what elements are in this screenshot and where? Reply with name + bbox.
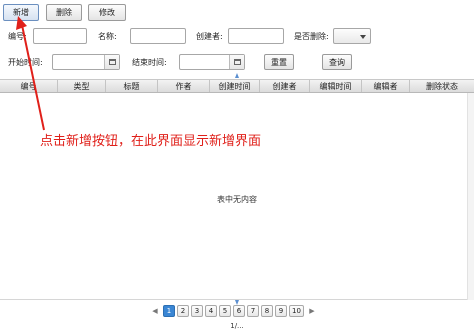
page-button[interactable]: 9 xyxy=(275,305,287,317)
page-button[interactable]: 8 xyxy=(261,305,273,317)
chevron-right-icon[interactable]: ▶ xyxy=(306,305,318,317)
chevron-left-icon[interactable]: ◀ xyxy=(149,305,161,317)
annotation-arrow-icon xyxy=(16,16,45,131)
pagination-status: 1/... xyxy=(230,322,244,330)
pagination: ◀ 1 2 3 4 5 6 7 8 9 10 ▶ xyxy=(149,305,318,317)
page-button[interactable]: 10 xyxy=(289,305,304,317)
page-button[interactable]: 2 xyxy=(177,305,189,317)
page-button[interactable]: 3 xyxy=(191,305,203,317)
page-button[interactable]: 6 xyxy=(233,305,245,317)
page-button[interactable]: 5 xyxy=(219,305,231,317)
annotation-text: 点击新增按钮，在此界面显示新增界面 xyxy=(40,134,262,149)
page-button[interactable]: 4 xyxy=(205,305,217,317)
page-button[interactable]: 1 xyxy=(163,305,175,317)
page-button[interactable]: 7 xyxy=(247,305,259,317)
